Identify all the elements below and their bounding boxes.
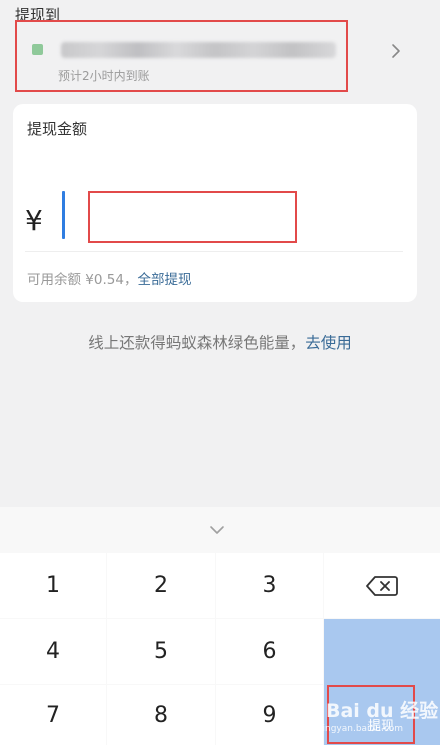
watermark-url: jingyan.baidu.com [320, 724, 404, 734]
available-balance: 可用余额 ¥0.54， [27, 272, 138, 288]
key-5[interactable]: 5 [107, 619, 215, 684]
withdraw-account-selector[interactable]: 预计2小时内到账 [15, 20, 348, 92]
amount-card: 提现金额 ¥ 可用余额 ¥0.54，全部提现 [13, 104, 417, 302]
arrival-hint: 预计2小时内到账 [58, 69, 150, 83]
amount-title: 提现金额 [27, 120, 88, 138]
amount-input[interactable] [88, 191, 297, 243]
currency-symbol: ¥ [25, 204, 43, 237]
bank-logo-icon [32, 44, 43, 55]
amount-divider [25, 251, 403, 252]
key-8[interactable]: 8 [107, 685, 215, 745]
watermark-brand: Bai du 经验 [326, 700, 439, 722]
input-caret [62, 191, 65, 239]
chevron-down-icon[interactable] [209, 525, 225, 535]
key-3[interactable]: 3 [216, 553, 323, 618]
chevron-right-icon[interactable] [389, 42, 403, 60]
key-1[interactable]: 1 [0, 553, 106, 618]
key-6[interactable]: 6 [216, 619, 323, 684]
key-7[interactable]: 7 [0, 685, 106, 745]
backspace-key[interactable] [324, 553, 440, 618]
withdraw-all-link[interactable]: 全部提现 [137, 272, 191, 288]
backspace-icon [366, 575, 398, 596]
key-2[interactable]: 2 [107, 553, 215, 618]
promo-text: 线上还款得蚂蚁森林绿色能量， [88, 334, 306, 352]
key-4[interactable]: 4 [0, 619, 106, 684]
promo-link[interactable]: 去使用 [305, 334, 352, 352]
keyboard-top-bar [0, 507, 440, 552]
baidu-watermark: Bai du 经验 jingyan.baidu.com [300, 692, 440, 742]
balance-row: 可用余额 ¥0.54，全部提现 [27, 268, 191, 288]
account-number-redacted [61, 42, 336, 58]
promo-row: 线上还款得蚂蚁森林绿色能量，去使用 [0, 331, 440, 353]
